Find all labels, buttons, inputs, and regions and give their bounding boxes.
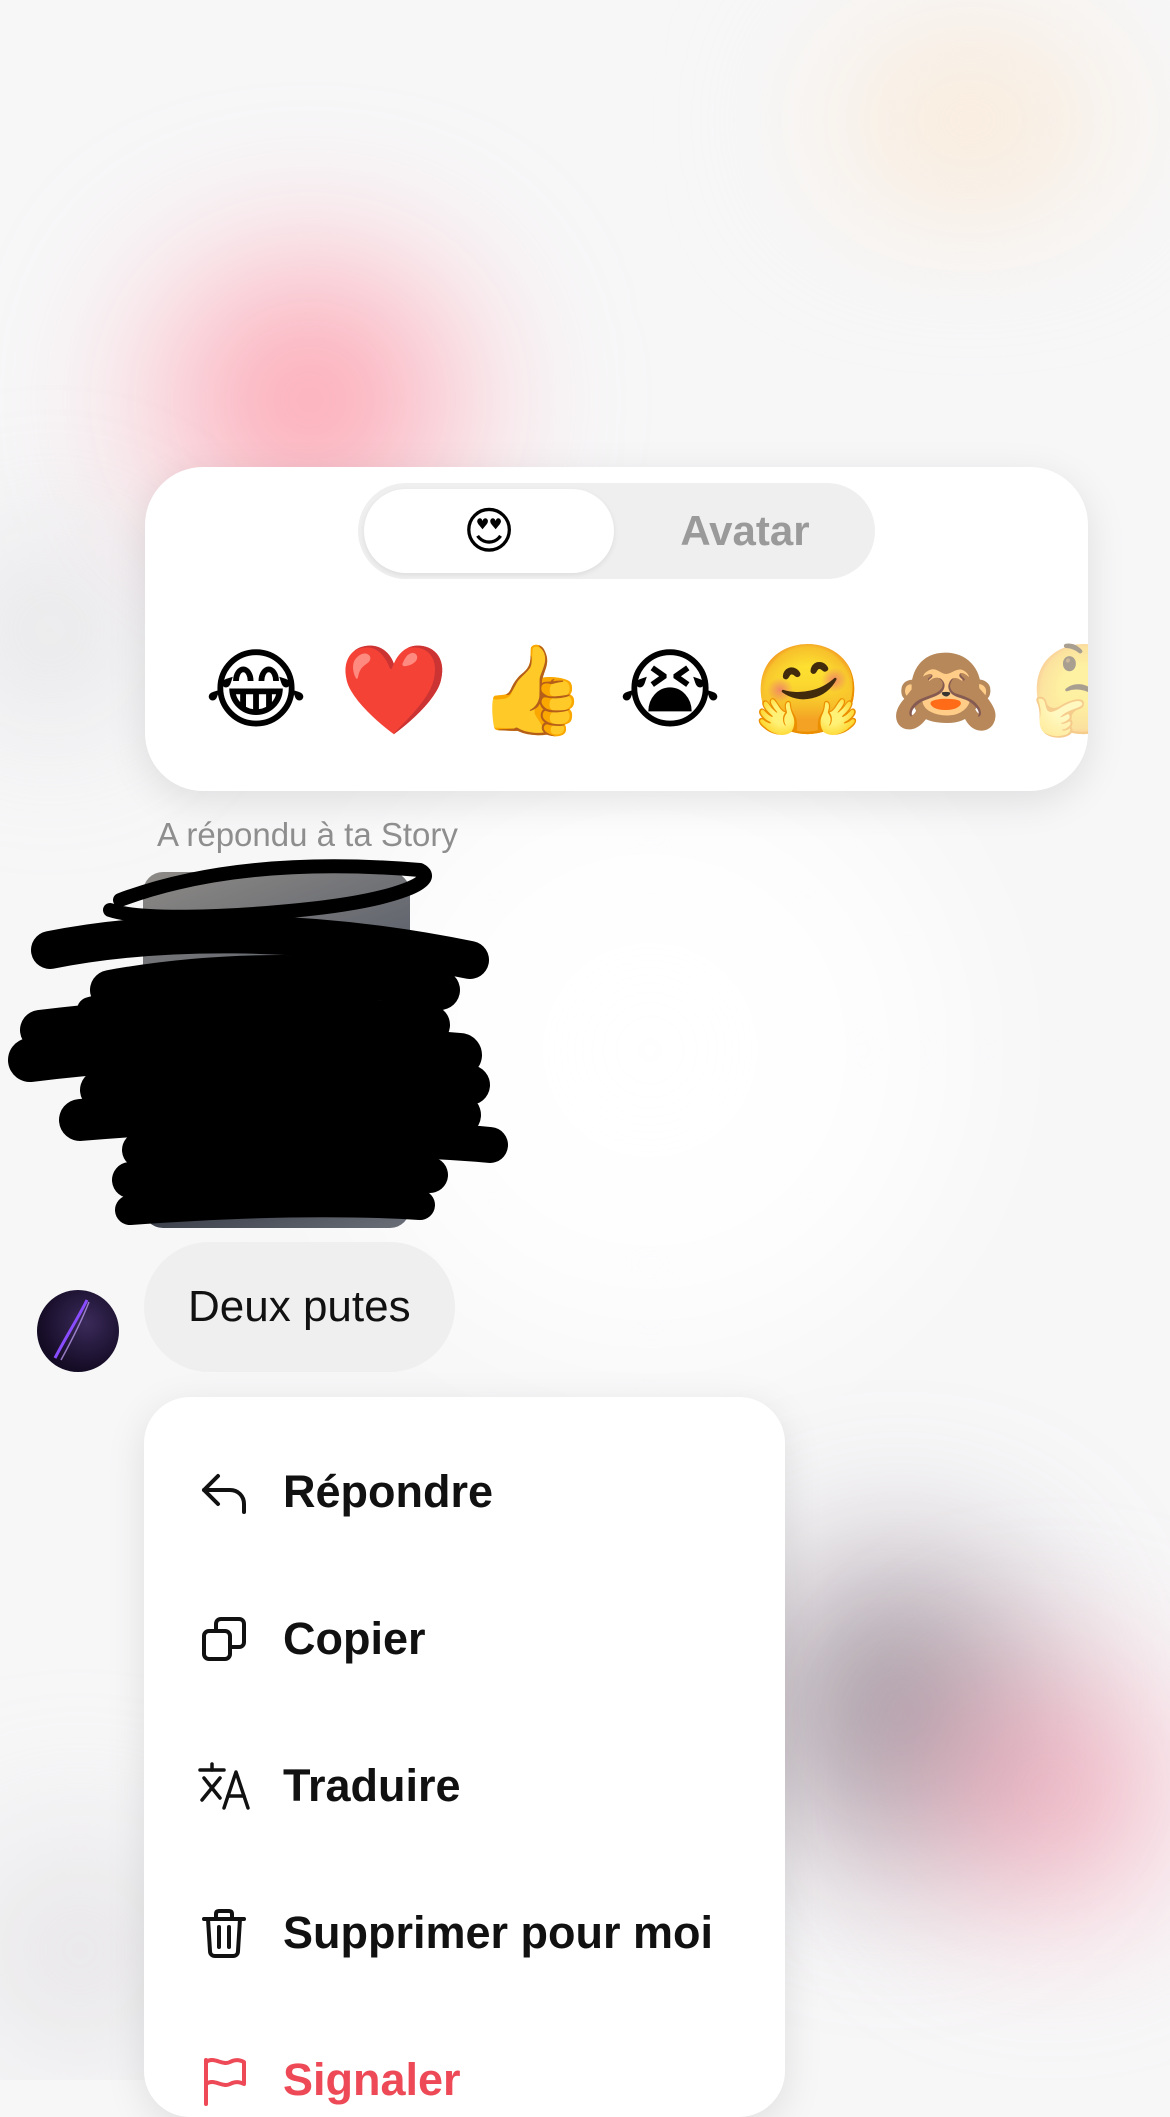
menu-item-translate[interactable]: Traduire bbox=[144, 1731, 785, 1841]
reaction-emoji-laughing[interactable]: 😂 bbox=[201, 635, 311, 745]
menu-item-label: Supprimer pour moi bbox=[283, 1907, 714, 1958]
reaction-emoji-thinking[interactable]: 🤔 bbox=[1029, 635, 1088, 745]
reaction-emoji-see-no-evil[interactable]: 🙈 bbox=[891, 635, 1001, 745]
menu-item-report[interactable]: Signaler bbox=[144, 2025, 785, 2117]
flag-icon bbox=[204, 2058, 246, 2106]
reaction-emoji-heart[interactable]: ❤️ bbox=[339, 635, 449, 745]
translate-icon bbox=[198, 1762, 250, 1810]
reaction-emoji-thumbs-up[interactable]: 👍 bbox=[477, 635, 587, 745]
menu-item-label: Traduire bbox=[283, 1760, 461, 1811]
reply-icon bbox=[202, 1474, 246, 1514]
emoji-reaction-row: 😂 ❤️ 👍 😭 🤗 🙈 🤔 bbox=[145, 635, 1088, 745]
background-blur bbox=[760, 20, 1170, 220]
menu-item-copy[interactable]: Copier bbox=[144, 1584, 785, 1694]
tab-emoji[interactable]: 😍 bbox=[364, 489, 614, 573]
menu-item-label: Signaler bbox=[283, 2054, 461, 2105]
menu-item-reply[interactable]: Répondre bbox=[144, 1437, 785, 1547]
copy-icon bbox=[202, 1617, 246, 1661]
message-context-menu: Répondre Copier Traduire Supprimer pour … bbox=[144, 1397, 785, 2117]
tab-avatar[interactable]: Avatar bbox=[616, 483, 874, 579]
sender-avatar[interactable] bbox=[37, 1290, 119, 1372]
message-bubble[interactable]: Deux putes bbox=[144, 1242, 455, 1372]
menu-item-delete-for-me[interactable]: Supprimer pour moi bbox=[144, 1878, 785, 1988]
reaction-emoji-crying[interactable]: 😭 bbox=[615, 635, 725, 745]
reaction-picker: 😍 Avatar 😂 ❤️ 👍 😭 🤗 🙈 🤔 bbox=[145, 467, 1088, 791]
reaction-tab-switcher: 😍 Avatar bbox=[358, 483, 875, 579]
avatar-image-icon bbox=[53, 1299, 90, 1361]
menu-item-label: Répondre bbox=[283, 1466, 494, 1517]
trash-icon bbox=[202, 1909, 246, 1958]
menu-item-label: Copier bbox=[283, 1613, 426, 1664]
redaction-scribble bbox=[8, 859, 508, 1225]
reaction-emoji-hugging[interactable]: 🤗 bbox=[753, 635, 863, 745]
